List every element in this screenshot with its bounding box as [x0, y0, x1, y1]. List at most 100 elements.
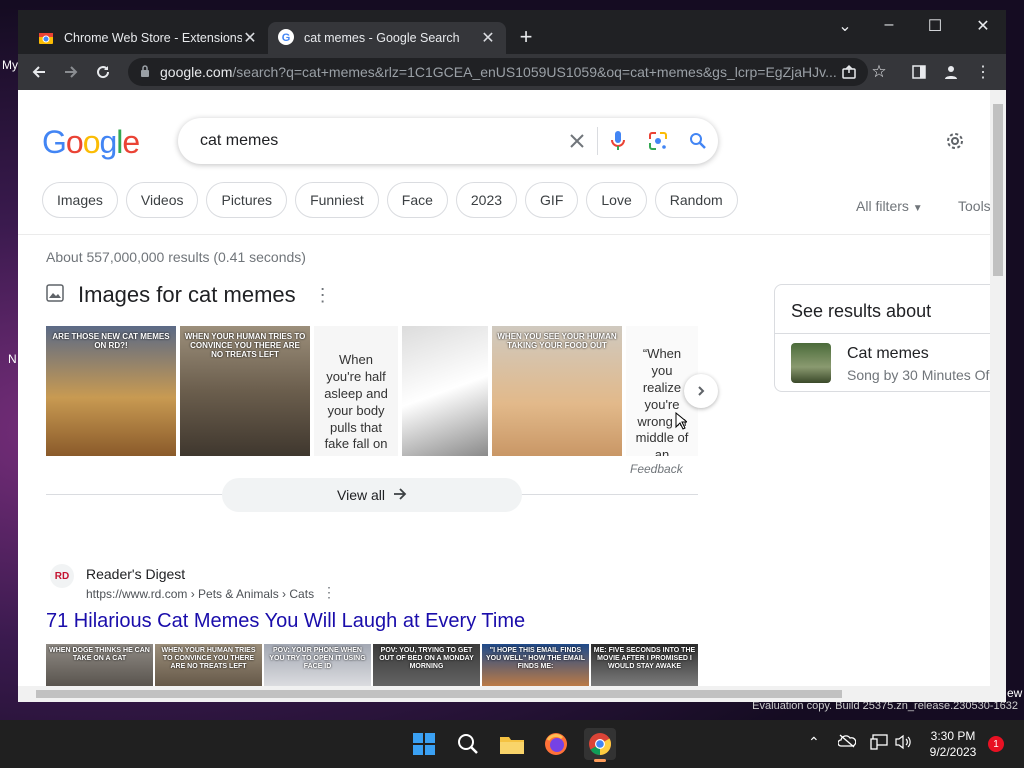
feedback-link[interactable]: Feedback	[630, 462, 683, 476]
minimize-button[interactable]: –	[874, 16, 904, 34]
thumbnail-caption: ME: FIVE SECONDS INTO THE MOVIE AFTER I …	[593, 647, 696, 671]
side-panel-icon[interactable]	[908, 61, 930, 83]
result-url[interactable]: https://www.rd.com › Pets & Animals › Ca…	[86, 587, 314, 601]
profile-icon[interactable]	[940, 61, 962, 83]
song-thumbnail[interactable]	[791, 343, 831, 383]
thumbnail-caption: WHEN DOGE THINKS HE CAN TAKE ON A CAT	[49, 647, 150, 663]
result-thumbnail[interactable]: ME: FIVE SECONDS INTO THE MOVIE AFTER I …	[591, 644, 698, 686]
result-stats: About 557,000,000 results (0.41 seconds)	[46, 249, 306, 265]
search-icon[interactable]	[452, 728, 484, 760]
notification-badge[interactable]: 1	[988, 736, 1004, 752]
carousel-next-icon[interactable]	[684, 374, 718, 408]
tab-label: Chrome Web Store - Extensions	[64, 31, 242, 45]
scrollbar-thumb[interactable]	[993, 104, 1003, 276]
chrome-taskbar-icon[interactable]	[584, 728, 616, 762]
view-all-label: View all	[337, 487, 385, 503]
chip-gif[interactable]: GIF	[525, 182, 579, 218]
firefox-icon[interactable]	[540, 728, 572, 760]
result-thumbnail[interactable]: WHEN DOGE THINKS HE CAN TAKE ON A CAT	[46, 644, 153, 686]
horizontal-scrollbar[interactable]	[18, 686, 1006, 702]
thumbnail-caption: POV: YOUR PHONE WHEN YOU TRY TO OPEN IT …	[269, 647, 366, 671]
chip-face[interactable]: Face	[386, 182, 448, 218]
google-lens-icon[interactable]	[638, 118, 678, 164]
divider	[775, 333, 990, 334]
image-result[interactable]: When you're half asleep and your body pu…	[314, 326, 398, 456]
chip-funniest[interactable]: Funniest	[295, 182, 379, 218]
search-icon[interactable]	[678, 118, 718, 164]
desktop-icon-label[interactable]: ew	[1007, 686, 1022, 700]
mouse-cursor-icon	[675, 411, 689, 435]
result-thumbnail[interactable]: "I HOPE THIS EMAIL FINDS YOU WELL" HOW T…	[482, 644, 589, 686]
taskbar-clock[interactable]: 3:30 PM 9/2/2023	[918, 728, 988, 760]
result-thumbnail[interactable]: WHEN YOUR HUMAN TRIES TO CONVINCE YOU TH…	[155, 644, 262, 686]
arrow-right-icon	[393, 487, 407, 503]
image-result[interactable]: ARE THOSE NEW CAT MEMES ON RD?!	[46, 326, 176, 456]
knowledge-panel-entity[interactable]: Cat memes	[847, 345, 929, 363]
maximize-button[interactable]: ☐	[920, 16, 950, 36]
network-icon[interactable]	[870, 734, 888, 753]
back-arrow-icon[interactable]	[28, 61, 50, 83]
image-result[interactable]: WHEN YOUR HUMAN TRIES TO CONVINCE YOU TH…	[180, 326, 310, 456]
share-icon[interactable]	[838, 61, 860, 83]
chip-love[interactable]: Love	[586, 182, 647, 218]
settings-gear-icon[interactable]	[944, 130, 966, 157]
result-thumbnail[interactable]: POV: YOU, TRYING TO GET OUT OF BED ON A …	[373, 644, 480, 686]
image-caption: WHEN YOU SEE YOUR HUMAN TAKING YOUR FOOD…	[497, 332, 617, 351]
all-filters-label: All filters	[856, 198, 909, 214]
more-options-icon[interactable]: ⋮	[322, 584, 336, 601]
new-tab-button[interactable]: +	[514, 24, 538, 50]
close-tab-icon[interactable]: ✕	[242, 28, 258, 48]
chevron-up-icon[interactable]: ⌃	[808, 734, 820, 751]
desktop-icon-label[interactable]: N	[8, 352, 17, 366]
images-heading[interactable]: Images for cat memes	[78, 282, 296, 308]
image-icon	[46, 283, 64, 307]
image-result[interactable]	[402, 326, 488, 456]
forward-arrow-icon[interactable]	[60, 61, 82, 83]
view-all-button[interactable]: View all	[222, 478, 522, 512]
chrome-web-store-icon	[38, 29, 54, 48]
vertical-scrollbar[interactable]	[990, 90, 1006, 686]
search-input[interactable]: cat memes	[200, 132, 557, 150]
chip-pictures[interactable]: Pictures	[206, 182, 288, 218]
tab-search-chevron-icon[interactable]: ⌄	[830, 16, 860, 36]
search-box[interactable]: cat memes	[178, 118, 718, 164]
knowledge-panel: See results about Cat memes Song by 30 M…	[774, 284, 990, 392]
image-result[interactable]: WHEN YOU SEE YOUR HUMAN TAKING YOUR FOOD…	[492, 326, 622, 456]
all-filters-button[interactable]: All filters ▼	[856, 198, 923, 214]
result-thumbnail[interactable]: POV: YOUR PHONE WHEN YOU TRY TO OPEN IT …	[264, 644, 371, 686]
google-logo[interactable]: Google	[42, 124, 140, 161]
result-title-link[interactable]: 71 Hilarious Cat Memes You Will Laugh at…	[46, 610, 525, 633]
windows-start-icon[interactable]	[408, 728, 440, 760]
image-caption: WHEN YOUR HUMAN TRIES TO CONVINCE YOU TH…	[184, 332, 306, 360]
clock-date: 9/2/2023	[929, 745, 977, 759]
desktop-icon-label[interactable]: My	[2, 58, 18, 72]
file-explorer-icon[interactable]	[496, 728, 528, 760]
reload-icon[interactable]	[92, 61, 114, 83]
menu-kebab-icon[interactable]: ⋮	[972, 61, 994, 83]
more-options-icon[interactable]: ⋮	[314, 285, 332, 306]
chip-videos[interactable]: Videos	[125, 182, 199, 218]
chip-random[interactable]: Random	[654, 182, 738, 218]
chip-images[interactable]: Images	[42, 182, 118, 218]
tab-google-search[interactable]: G cat memes - Google Search ✕	[268, 22, 506, 54]
result-image-strip: WHEN DOGE THINKS HE CAN TAKE ON A CAT WH…	[46, 644, 698, 686]
address-bar[interactable]: google.com/search?q=cat+memes&rlz=1C1GCE…	[128, 58, 868, 86]
clear-icon[interactable]	[557, 118, 597, 164]
knowledge-panel-subtitle: Song by 30 Minutes Of	[847, 367, 990, 383]
lock-icon[interactable]	[140, 64, 150, 80]
chip-2023[interactable]: 2023	[455, 182, 518, 218]
bookmark-star-icon[interactable]: ☆	[868, 61, 890, 83]
onedrive-offline-icon[interactable]	[837, 734, 857, 751]
result-site-name[interactable]: Reader's Digest	[86, 566, 185, 582]
clock-time: 3:30 PM	[930, 729, 976, 743]
microphone-icon[interactable]	[598, 118, 638, 164]
header-divider	[18, 234, 990, 235]
tab-label: cat memes - Google Search	[304, 31, 460, 45]
tools-button[interactable]: Tools	[958, 198, 990, 214]
scrollbar-thumb[interactable]	[36, 690, 842, 698]
svg-text:G: G	[282, 32, 291, 44]
close-tab-icon[interactable]: ✕	[480, 28, 496, 48]
volume-icon[interactable]	[894, 734, 912, 753]
close-window-button[interactable]: ✕	[968, 16, 998, 36]
tab-chrome-web-store[interactable]: Chrome Web Store - Extensions ✕	[28, 22, 268, 54]
